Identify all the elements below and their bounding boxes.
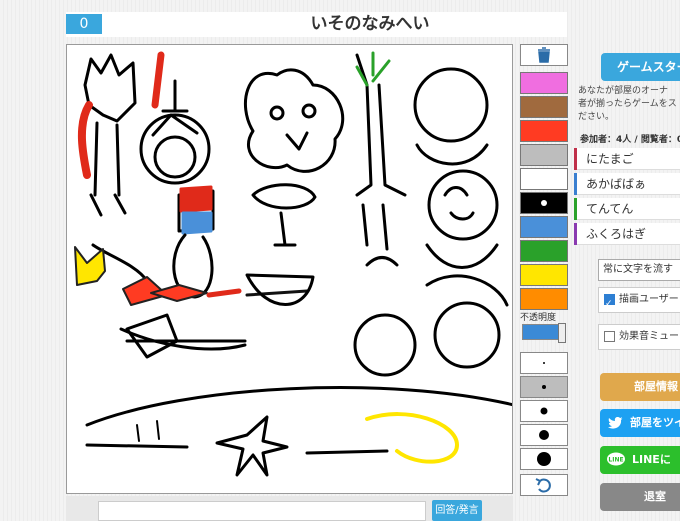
color-swatch-brown[interactable] (520, 96, 568, 118)
chat-input[interactable] (98, 501, 426, 521)
leave-room-label: 退室 (644, 490, 666, 503)
color-swatch-red[interactable] (520, 120, 568, 142)
draw-user-checkbox[interactable] (604, 292, 615, 316)
opacity-label: 不透明度 (520, 313, 557, 323)
player-name: あかばばぁ (586, 177, 647, 191)
pen-size-1[interactable] (520, 352, 568, 374)
player-item[interactable]: あかばばぁ (574, 173, 680, 195)
canvas-drawing (74, 51, 512, 477)
player-color-bar (574, 173, 577, 195)
player-item[interactable]: ふくろはぎ (574, 223, 680, 245)
undo-icon (535, 478, 551, 493)
score-badge: 0 (66, 14, 102, 34)
line-share-button[interactable]: LINE LINEに (600, 446, 680, 474)
draw-user-label: 描画ユーザー (619, 294, 679, 305)
draw-user-toggle[interactable]: 描画ユーザー (598, 287, 680, 316)
color-swatch-blue[interactable] (520, 216, 568, 238)
marquee-select[interactable]: 常に文字を流す (598, 259, 680, 281)
player-item[interactable]: てんてん (574, 198, 680, 220)
player-name: ふくろはぎ (586, 227, 647, 241)
leave-room-button[interactable]: 退室 (600, 483, 680, 511)
color-swatch-pink[interactable] (520, 72, 568, 94)
tweet-room-label: 部屋をツイ (630, 416, 680, 429)
twitter-bird-icon (608, 417, 623, 429)
line-share-label: LINEに (632, 453, 671, 466)
color-swatch-yellow[interactable] (520, 264, 568, 286)
answer-button[interactable]: 回答/発言 (432, 500, 482, 521)
sound-mute-label: 効果音ミュー (619, 331, 679, 342)
room-info-button[interactable]: 部屋情報 (600, 373, 680, 401)
pen-size-dot (539, 430, 549, 440)
color-swatch-orange[interactable] (520, 288, 568, 310)
opacity-slider[interactable] (522, 323, 566, 343)
trash-button[interactable] (520, 44, 568, 66)
pen-size-dot (542, 385, 546, 389)
color-swatch-white[interactable] (520, 168, 568, 190)
tweet-room-button[interactable]: 部屋をツイ (600, 409, 680, 437)
pen-size-dot (543, 362, 545, 364)
drawing-canvas[interactable] (66, 44, 513, 494)
participant-counts: 参加者：4人 / 閲覧者：0人 (580, 135, 680, 145)
player-name: にたまご (586, 152, 634, 166)
pen-size-4[interactable] (520, 424, 568, 446)
undo-button[interactable] (520, 474, 568, 496)
player-item[interactable]: にたまご (574, 148, 680, 170)
color-swatch-gray[interactable] (520, 144, 568, 166)
room-title: いそのなみへい (310, 14, 430, 34)
opacity-slider-handle[interactable] (558, 323, 566, 343)
owner-note: あなたが部屋のオーナ 者が揃ったらゲームをス ださい。 (578, 86, 677, 122)
room-info-label: 部屋情報 (634, 380, 678, 393)
right-panel: ゲームスター あなたが部屋のオーナ 者が揃ったらゲームをス ださい。 参加者：4… (574, 44, 680, 521)
color-swatch-green[interactable] (520, 240, 568, 262)
pen-size-2[interactable] (520, 376, 568, 398)
pen-size-dot (537, 452, 551, 466)
line-icon: LINE (607, 452, 625, 466)
pen-size-dot (540, 407, 548, 415)
sound-mute-toggle[interactable]: 効果音ミュー (598, 324, 680, 350)
pen-size-3[interactable] (520, 400, 568, 422)
color-swatch-black[interactable] (520, 192, 568, 214)
player-color-bar (574, 198, 577, 220)
player-name: てんてん (586, 202, 634, 216)
trash-icon (538, 47, 550, 63)
selected-indicator (541, 200, 547, 206)
pen-size-5[interactable] (520, 448, 568, 470)
sound-mute-checkbox[interactable] (604, 330, 615, 342)
game-start-button[interactable]: ゲームスター (601, 53, 680, 81)
svg-text:LINE: LINE (608, 457, 623, 464)
player-color-bar (574, 148, 577, 170)
player-color-bar (574, 223, 577, 245)
